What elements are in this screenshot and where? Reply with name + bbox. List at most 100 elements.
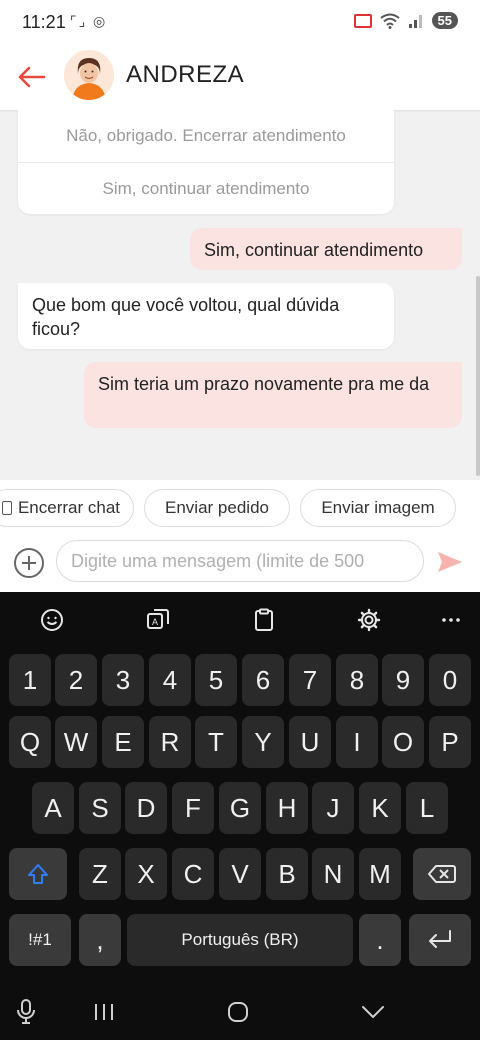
key-w[interactable]: W xyxy=(55,716,97,768)
clipboard-icon xyxy=(255,608,273,631)
key-t[interactable]: T xyxy=(195,716,237,768)
translate-icon: A xyxy=(147,609,169,629)
cast-icon xyxy=(353,13,372,28)
option-end-service[interactable]: Não, obrigado. Encerrar atendimento xyxy=(18,110,394,162)
enter-icon xyxy=(429,930,451,948)
end-chat-chip[interactable]: Encerrar chat xyxy=(0,489,134,527)
battery-indicator: 55 xyxy=(431,12,458,29)
emoji-icon xyxy=(41,609,63,631)
options-card: Não, obrigado. Encerrar atendimento Sim,… xyxy=(18,110,394,214)
keyboard-settings-button[interactable] xyxy=(353,604,385,636)
key-5[interactable]: 5 xyxy=(195,654,237,706)
key-s[interactable]: S xyxy=(79,782,121,834)
hide-keyboard-button[interactable] xyxy=(353,998,393,1026)
send-button[interactable] xyxy=(434,548,466,576)
key-v[interactable]: V xyxy=(219,848,261,900)
key-u[interactable]: U xyxy=(289,716,331,768)
key-m[interactable]: M xyxy=(359,848,401,900)
voice-input-button[interactable] xyxy=(6,998,46,1026)
emoji-button[interactable] xyxy=(36,604,68,636)
message-incoming: Que bom que você voltou, qual dúvida fic… xyxy=(18,283,394,349)
key-9[interactable]: 9 xyxy=(382,654,424,706)
gear-icon xyxy=(357,608,381,632)
key-k[interactable]: K xyxy=(359,782,401,834)
comma-key[interactable]: , xyxy=(79,914,121,966)
key-a[interactable]: A xyxy=(32,782,74,834)
home-icon xyxy=(228,1002,248,1022)
clipboard-button[interactable] xyxy=(248,604,280,636)
shift-key[interactable] xyxy=(9,848,67,900)
keyboard-toolbar: A xyxy=(0,592,480,648)
key-2[interactable]: 2 xyxy=(55,654,97,706)
key-f[interactable]: F xyxy=(172,782,214,834)
key-g[interactable]: G xyxy=(219,782,261,834)
send-order-label: Enviar pedido xyxy=(165,498,269,517)
recents-icon xyxy=(95,1004,113,1020)
backspace-icon xyxy=(428,865,456,883)
key-n[interactable]: N xyxy=(312,848,354,900)
recent-apps-button[interactable] xyxy=(84,998,124,1026)
key-z[interactable]: Z xyxy=(79,848,121,900)
key-x[interactable]: X xyxy=(125,848,167,900)
microphone-icon xyxy=(17,999,35,1024)
navigation-bar xyxy=(0,984,480,1040)
chat-scrollbar[interactable] xyxy=(476,276,480,476)
agent-avatar-icon xyxy=(64,50,114,100)
home-button[interactable] xyxy=(218,998,258,1026)
key-o[interactable]: O xyxy=(382,716,424,768)
signal-icon xyxy=(408,14,422,28)
space-key[interactable]: Português (BR) xyxy=(127,914,353,966)
message-input[interactable] xyxy=(56,540,424,582)
quick-actions-bar: Encerrar chat Enviar pedido Enviar image… xyxy=(0,480,480,536)
key-8[interactable]: 8 xyxy=(336,654,378,706)
key-c[interactable]: C xyxy=(172,848,214,900)
key-b[interactable]: B xyxy=(266,848,308,900)
key-0[interactable]: 0 xyxy=(429,654,471,706)
key-l[interactable]: L xyxy=(406,782,448,834)
send-icon xyxy=(438,552,462,572)
wifi-icon xyxy=(379,13,400,29)
option-continue-service[interactable]: Sim, continuar atendimento xyxy=(18,162,394,215)
key-y[interactable]: Y xyxy=(242,716,284,768)
key-4[interactable]: 4 xyxy=(149,654,191,706)
key-h[interactable]: H xyxy=(266,782,308,834)
send-image-chip[interactable]: Enviar imagem xyxy=(300,489,456,527)
chevron-down-icon xyxy=(362,1006,384,1018)
key-j[interactable]: J xyxy=(312,782,354,834)
symbols-key[interactable]: !#1 xyxy=(9,914,71,966)
status-right-icons: 55 xyxy=(353,12,458,29)
translate-button[interactable]: A xyxy=(142,604,174,636)
key-q[interactable]: Q xyxy=(9,716,51,768)
key-6[interactable]: 6 xyxy=(242,654,284,706)
key-e[interactable]: E xyxy=(102,716,144,768)
plus-icon xyxy=(22,556,36,570)
chat-area[interactable]: Não, obrigado. Encerrar atendimento Sim,… xyxy=(0,110,480,480)
more-options-button[interactable] xyxy=(435,604,467,636)
key-r[interactable]: R xyxy=(149,716,191,768)
key-3[interactable]: 3 xyxy=(102,654,144,706)
chat-header: ANDREZA xyxy=(0,48,480,110)
shift-icon xyxy=(28,864,48,884)
more-icon xyxy=(442,618,460,622)
enter-key[interactable] xyxy=(409,914,471,966)
key-7[interactable]: 7 xyxy=(289,654,331,706)
back-button[interactable] xyxy=(14,60,48,94)
status-time: 11:21 xyxy=(22,12,66,32)
keyboard: A 1 2 3 4 5 6 7 8 9 0 Q W E R T Y U I O … xyxy=(0,592,480,984)
key-i[interactable]: I xyxy=(336,716,378,768)
backspace-key[interactable] xyxy=(413,848,471,900)
exit-icon xyxy=(1,501,12,515)
send-order-chip[interactable]: Enviar pedido xyxy=(144,489,290,527)
status-bar: 11:21 ⌜⌟ ◎ 55 xyxy=(0,0,480,48)
avatar[interactable] xyxy=(64,50,114,100)
contact-name: ANDREZA xyxy=(126,61,245,88)
svg-text:A: A xyxy=(152,617,158,627)
send-image-label: Enviar imagem xyxy=(321,498,435,517)
add-attachment-button[interactable] xyxy=(14,548,44,578)
status-left-icons: ⌜⌟ ◎ xyxy=(70,13,108,29)
key-p[interactable]: P xyxy=(429,716,471,768)
key-d[interactable]: D xyxy=(125,782,167,834)
message-input-row xyxy=(0,536,480,592)
key-1[interactable]: 1 xyxy=(9,654,51,706)
period-key[interactable]: . xyxy=(359,914,401,966)
